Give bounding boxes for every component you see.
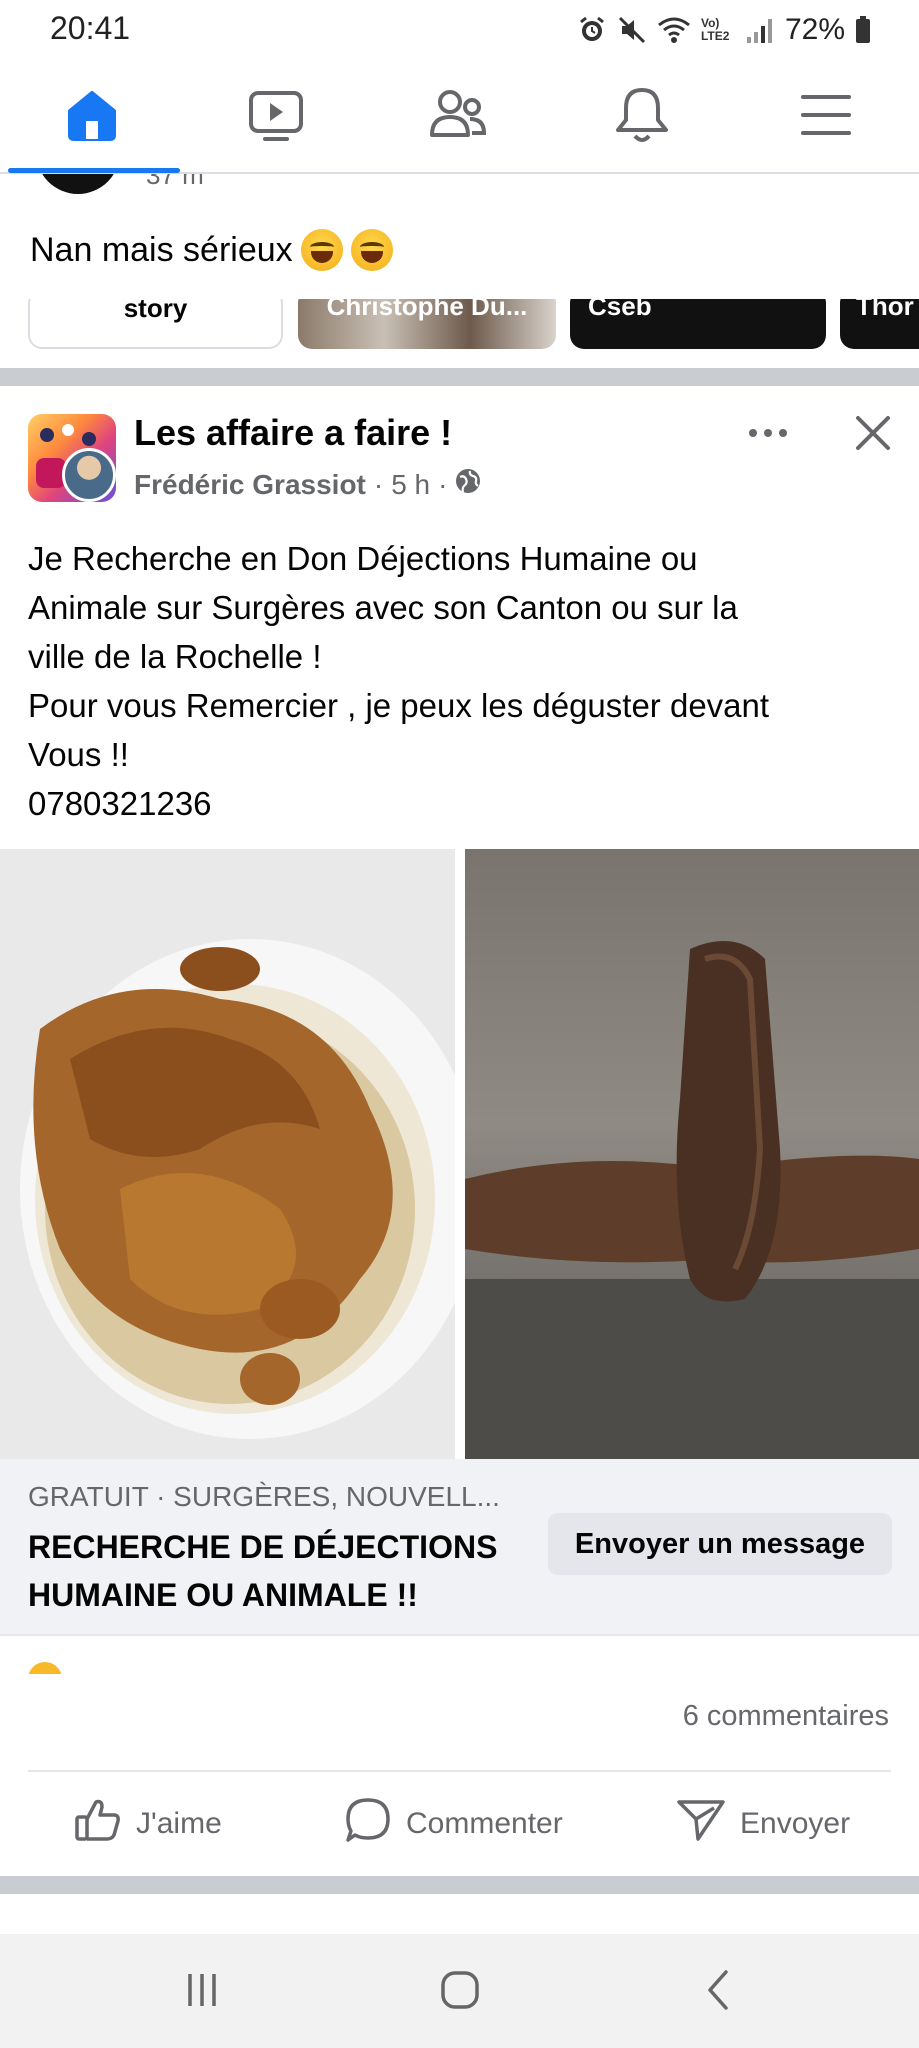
previous-post-time: 37 m [146,174,204,190]
listing-subtitle: GRATUIT · SURGÈRES, NOUVELL... [28,1481,500,1512]
feed-bottom [0,1894,919,1934]
hide-post-button[interactable] [848,410,898,460]
recent-apps-icon [182,1970,222,2015]
thumbs-up-icon [74,1797,122,1851]
status-icons: Vo) LTE2 72% [577,12,871,48]
send-label: Envoyer [740,1807,851,1840]
nav-home[interactable] [52,84,132,150]
home-button[interactable] [430,1964,490,2020]
recent-apps-button[interactable] [172,1964,232,2020]
nav-video[interactable] [236,84,316,150]
nav-menu[interactable] [786,84,866,150]
feed-separator [0,1876,919,1894]
meta-dot: · [373,468,384,500]
reactions-row [0,1634,919,1674]
actions-divider [28,1770,891,1772]
like-label: J'aime [136,1807,222,1840]
laughing-tears-emoji [350,229,393,271]
post-phone-number[interactable]: 0780321236 [28,779,898,828]
feed-post: Les affaire a faire ! Frédéric Grassiot … [0,386,919,1876]
post-text-line: Vous !! [28,736,129,773]
comments-summary: 6 commentaires [0,1674,919,1754]
status-bar: 20:41 Vo) LTE2 72% [0,0,919,62]
notifications-icon [614,86,670,149]
groups-icon [428,87,488,148]
story-strip: story Christophe Du... Cseb Thor [0,299,919,357]
post-text-line: Animale sur Surgères avec son Canton ou … [28,589,738,626]
wifi-icon [657,15,691,45]
story-card[interactable]: Christophe Du... [298,299,556,349]
group-name[interactable]: Les affaire a faire ! [134,412,452,454]
meta-dot: · [438,468,448,500]
post-actions: J'aime Commenter Envoyer [0,1776,919,1872]
top-nav-bar [0,62,919,174]
menu-icon [799,91,853,144]
previous-post-message: Nan mais sérieux [30,230,293,269]
comment-icon [344,1796,392,1852]
alarm-icon [577,15,607,45]
video-icon [247,87,305,148]
back-button[interactable] [688,1964,748,2020]
post-time[interactable]: 5 h [391,469,430,501]
post-text-line: Pour vous Remercier , je peux les dégust… [28,687,770,724]
post-meta: Frédéric Grassiot · 5 h · [134,468,481,501]
post-photo-1[interactable] [0,849,455,1459]
battery-percent: 72% [784,13,845,46]
send-message-button[interactable]: Envoyer un message [548,1513,892,1575]
status-time: 20:41 [50,10,131,46]
comments-count[interactable]: 6 commentaires [683,1700,889,1733]
feed-separator [0,368,919,386]
more-options-button[interactable] [740,416,796,452]
haha-reaction-icon [28,1662,62,1674]
home-circle-icon [439,1969,481,2016]
more-icon [748,425,788,443]
post-text-line: Je Recherche en Don Déjections Humaine o… [28,540,698,577]
previous-post: 37 m Nan mais sérieux story Christophe D… [0,174,919,368]
mute-icon [617,15,647,45]
post-photo-2[interactable] [465,849,919,1459]
comment-label: Commenter [406,1807,563,1840]
network-label: Vo) LTE2 [700,16,730,43]
listing-title: RECHERCHE DE DÉJECTIONS HUMAINE OU ANIMA… [28,1529,498,1613]
story-card[interactable]: Thor [840,299,919,349]
nav-groups[interactable] [418,84,498,150]
active-tab-indicator [8,168,180,173]
rolling-laughing-emoji [300,229,343,271]
signal-icon [745,15,775,45]
android-nav-bar [0,1934,919,2048]
like-button[interactable]: J'aime [74,1798,222,1850]
send-button[interactable]: Envoyer [676,1798,850,1850]
nav-notifications[interactable] [602,84,682,150]
home-icon [64,87,120,148]
story-card[interactable]: story [28,299,283,349]
story-card[interactable]: Cseb [570,299,826,349]
globe-icon [455,468,481,501]
comment-button[interactable]: Commenter [344,1798,563,1850]
post-text: Je Recherche en Don Déjections Humaine o… [28,534,898,828]
close-icon [855,415,891,456]
battery-icon [855,15,871,45]
listing-card[interactable]: GRATUIT · SURGÈRES, NOUVELL... RECHERCHE… [0,1459,919,1634]
author-name[interactable]: Frédéric Grassiot [134,469,366,501]
back-icon [698,1968,738,2017]
author-avatar[interactable] [62,448,116,502]
send-icon [676,1797,726,1851]
avatar[interactable] [36,174,120,194]
previous-post-text: Nan mais sérieux [30,229,393,271]
post-text-line: ville de la Rochelle ! [28,638,322,675]
